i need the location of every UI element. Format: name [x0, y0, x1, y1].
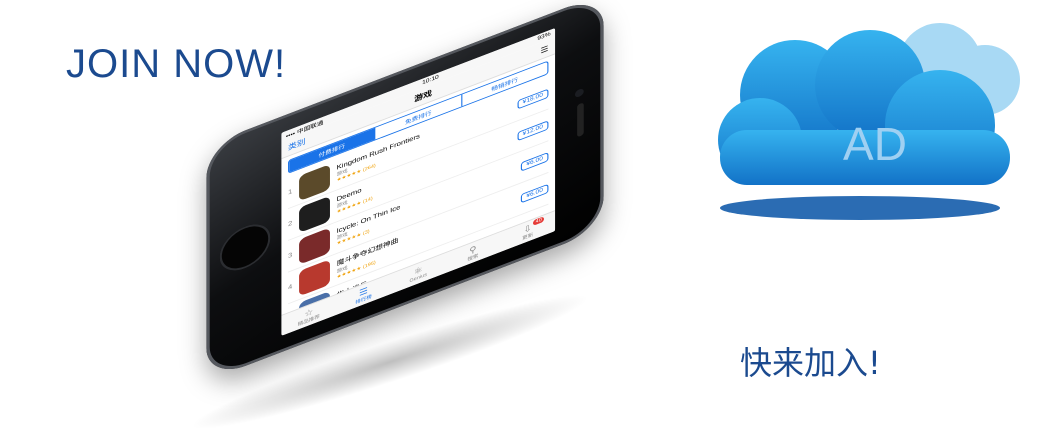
earpiece-speaker [577, 102, 584, 138]
cloud-ad-icon: AD [718, 23, 1020, 220]
app-rank: 4 [288, 283, 293, 292]
app-rank: 3 [288, 251, 293, 260]
cloud-base [720, 196, 1000, 220]
app-rank: 1 [288, 188, 293, 196]
app-price-button[interactable]: ¥12.00 [517, 120, 549, 142]
menu-icon[interactable]: ☰ [541, 44, 549, 55]
app-price-button[interactable]: ¥6.00 [520, 151, 549, 172]
nav-back-button[interactable]: 类别 [288, 136, 306, 153]
phone-mockup: •••• 中国联通 10:10 93% 类别 游戏 ☰ 付费排行 免费排行 畅销… [110, 0, 690, 446]
app-price-button[interactable]: ¥18.00 [517, 88, 549, 110]
app-rank: 2 [288, 219, 293, 228]
ad-label: AD [843, 118, 907, 170]
join-now-chinese: 快来加入! [740, 344, 881, 382]
nav-title: 游戏 [414, 88, 432, 104]
update-badge: 40 [533, 216, 544, 226]
app-price-button[interactable]: ¥6.00 [520, 183, 549, 204]
